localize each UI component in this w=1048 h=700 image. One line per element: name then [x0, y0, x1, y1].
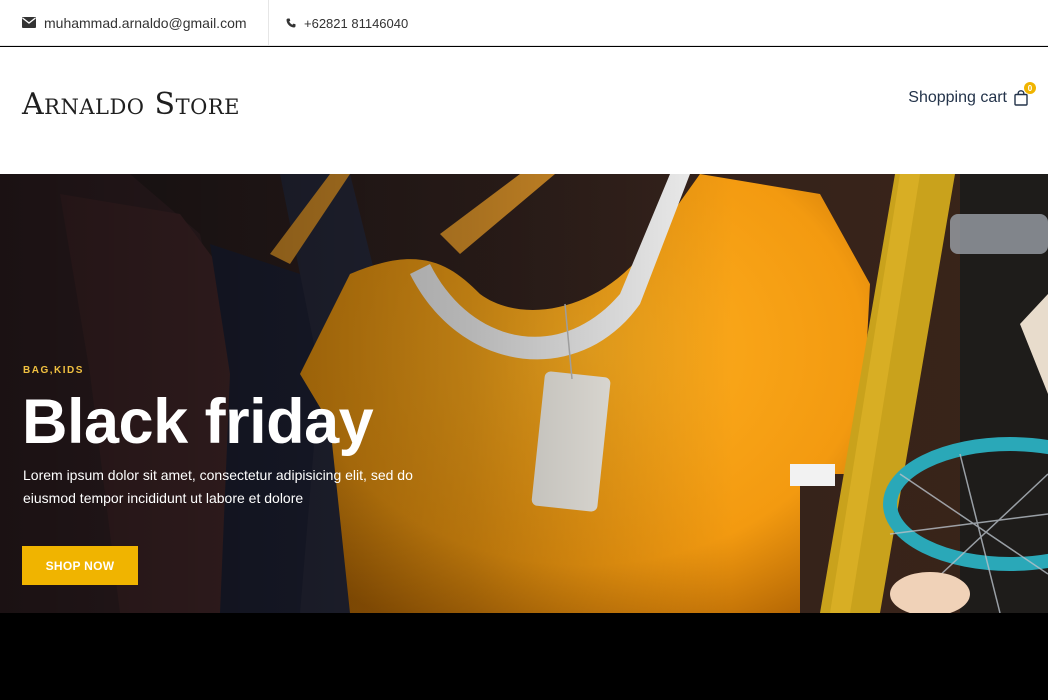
phone-text: +62821 81146040 [304, 15, 409, 31]
shopping-bag-icon: 0 [1014, 82, 1036, 106]
hero-banner: BAG,KIDS Black friday Lorem ipsum dolor … [0, 174, 1048, 613]
cart-label: Shopping cart [908, 89, 1007, 106]
contact-phone[interactable]: +62821 81146040 [286, 0, 408, 46]
email-text: muhammad.arnaldo@gmail.com [44, 15, 247, 31]
site-header: Arnaldo Store Shopping cart 0 [0, 47, 1048, 174]
hero-title: Black friday [22, 387, 374, 457]
divider [268, 0, 269, 46]
cart-count-badge: 0 [1024, 82, 1036, 94]
envelope-icon [22, 15, 36, 31]
top-bar: muhammad.arnaldo@gmail.com +62821 811460… [0, 0, 1048, 46]
hero-category[interactable]: BAG,KIDS [23, 365, 84, 376]
phone-icon [286, 16, 296, 31]
contact-email[interactable]: muhammad.arnaldo@gmail.com [22, 0, 247, 46]
page-bottom-area [0, 613, 1048, 700]
shop-now-button[interactable]: SHOP NOW [22, 546, 138, 585]
hero-description: Lorem ipsum dolor sit amet, consectetur … [23, 467, 413, 506]
store-logo[interactable]: Arnaldo Store [22, 87, 240, 122]
shopping-cart-link[interactable]: Shopping cart 0 [908, 82, 1036, 107]
